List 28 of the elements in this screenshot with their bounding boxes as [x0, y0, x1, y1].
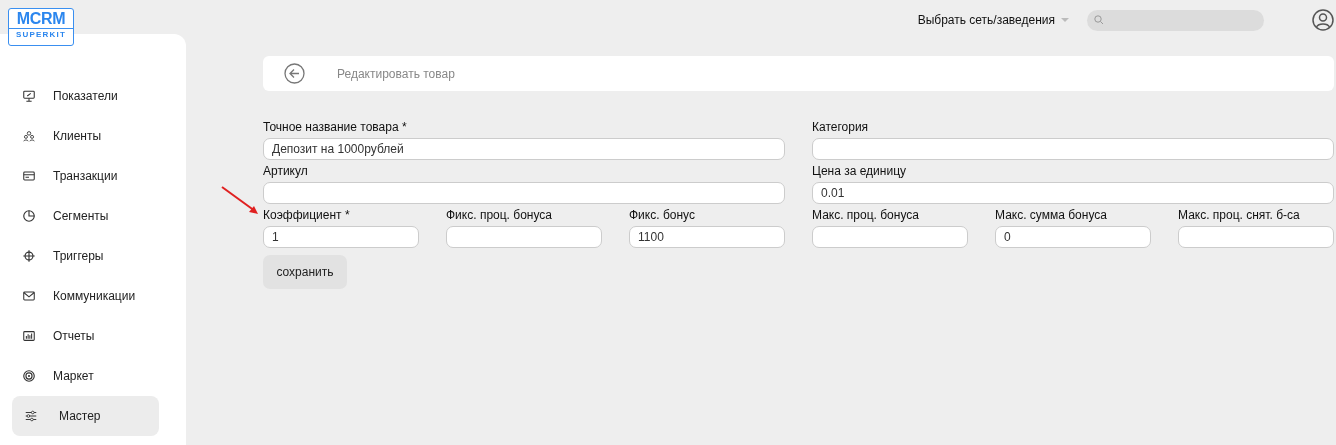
- input-field[interactable]: Депозит на 1000рублей: [263, 138, 785, 160]
- sidebar-item[interactable]: Отчеты: [12, 316, 159, 356]
- field-label: Артикул: [263, 164, 309, 178]
- sidebar-item[interactable]: Коммуникации: [12, 276, 159, 316]
- field-label: Макс. сумма бонуса: [995, 208, 1108, 222]
- sidebar-item[interactable]: Транзакции: [12, 156, 159, 196]
- field-label: Коэффициент *: [263, 208, 351, 222]
- input-field[interactable]: 0: [995, 226, 1151, 248]
- sidebar-item[interactable]: Показатели: [12, 76, 159, 116]
- field-label: Фикс. бонус: [629, 208, 696, 222]
- sidebar-item[interactable]: Сегменты: [12, 196, 159, 236]
- logo: MCRM SUPERKIT: [8, 8, 74, 46]
- sidebar-item[interactable]: Клиенты: [12, 116, 159, 156]
- sidebar-item[interactable]: Триггеры: [12, 236, 159, 276]
- sidebar-item[interactable]: Мастер: [12, 396, 159, 436]
- field-label: Точное название товара *: [263, 120, 408, 134]
- input-field[interactable]: 1: [263, 226, 419, 248]
- page-title: Редактировать товар: [337, 66, 455, 81]
- field-label: Цена за единицу: [812, 164, 907, 178]
- network-dropdown[interactable]: Выбрать сеть/заведения: [917, 13, 1069, 27]
- sidebar-item[interactable]: Маркет: [12, 356, 159, 396]
- input-field[interactable]: 1100: [629, 226, 785, 248]
- save-button[interactable]: сохранить: [263, 255, 347, 289]
- field-label: Категория: [812, 120, 870, 134]
- field-label: Макс. проц. снят. б-са: [1178, 208, 1301, 222]
- field-label: Фикс. проц. бонуса: [446, 208, 553, 222]
- field-label: Макс. проц. бонуса: [812, 208, 920, 222]
- input-field[interactable]: 0.01: [812, 182, 1334, 204]
